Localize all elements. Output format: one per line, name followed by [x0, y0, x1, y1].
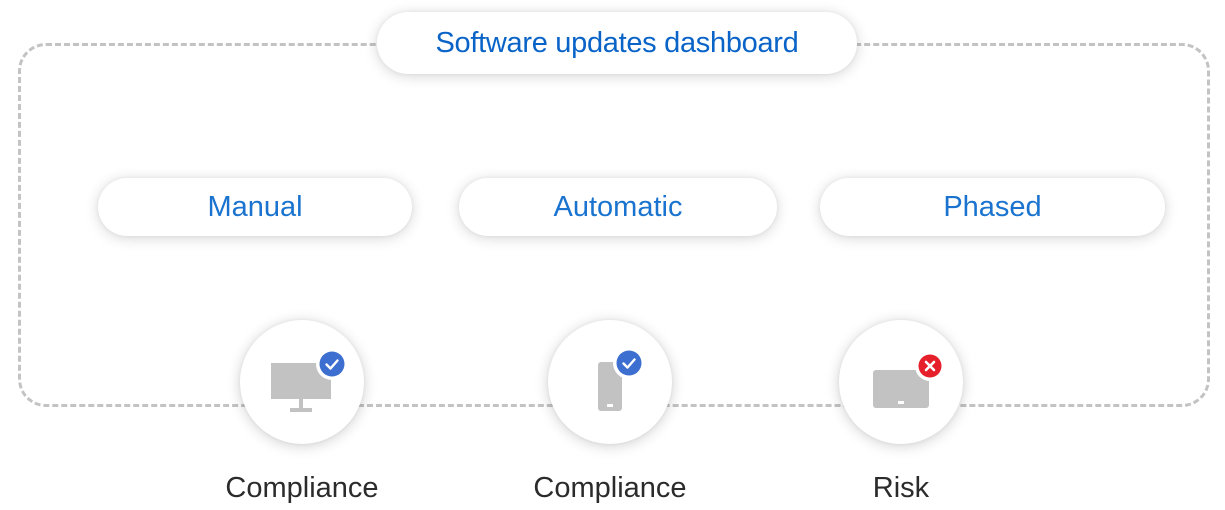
desktop-monitor-icon	[271, 348, 348, 412]
strategy-automatic-pill: Automatic	[459, 178, 777, 236]
tablet-device-circle	[839, 320, 963, 444]
check-badge-icon	[613, 347, 645, 379]
dashboard-title: Software updates dashboard	[435, 26, 799, 59]
error-badge-icon	[915, 351, 945, 381]
desktop-device-circle	[240, 320, 364, 444]
phone-device-circle	[548, 320, 672, 444]
strategy-phased-pill: Phased	[820, 178, 1165, 236]
dashboard-title-pill: Software updates dashboard	[377, 12, 857, 74]
check-badge-icon	[316, 348, 348, 380]
desktop-status-label: Compliance	[225, 472, 379, 504]
tablet-status-label: Risk	[872, 472, 930, 504]
mobile-phone-icon	[598, 347, 645, 411]
strategy-manual-pill: Manual	[98, 178, 412, 236]
phone-status-label: Compliance	[533, 472, 687, 504]
tablet-icon	[873, 351, 945, 408]
